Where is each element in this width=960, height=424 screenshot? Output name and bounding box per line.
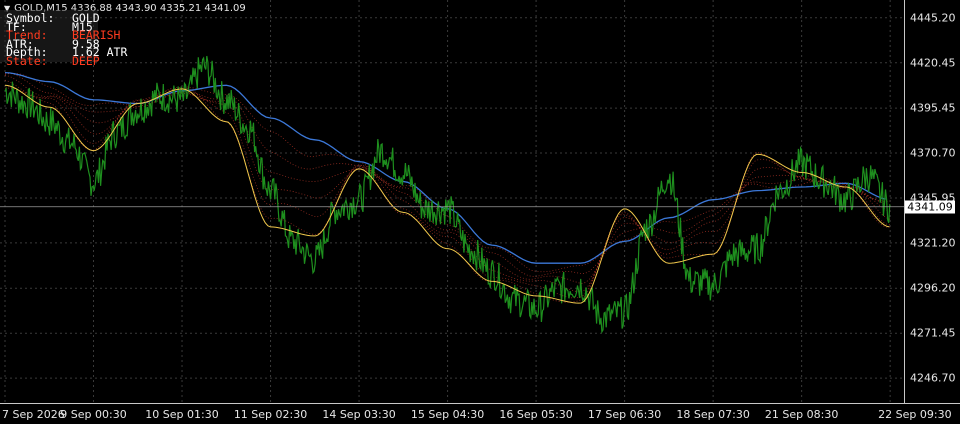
info-panel: Symbol: GOLD TF: M15 Trend: BEARISH ATR: 9.58 De… bbox=[0, 10, 127, 68]
price-tick-label: 4370.70 bbox=[910, 146, 956, 160]
current-price-badge: 4341.09 bbox=[905, 200, 955, 214]
time-tick-label: 14 Sep 03:30 bbox=[322, 408, 396, 421]
info-row-state: State: DEEP bbox=[6, 54, 100, 68]
time-tick-label: 22 Sep 09:30 bbox=[878, 408, 952, 421]
time-tick-label: 15 Sep 04:30 bbox=[410, 408, 485, 421]
price-tick-label: 4445.20 bbox=[910, 11, 956, 25]
time-tick-label: 11 Sep 02:30 bbox=[233, 408, 308, 421]
price-tick-label: 4395.45 bbox=[910, 101, 956, 115]
time-tick-label: 16 Sep 05:30 bbox=[499, 408, 573, 421]
info-row-value: DEEP bbox=[72, 54, 100, 68]
time-tick-label: 10 Sep 01:30 bbox=[145, 408, 219, 421]
info-row-label: State: bbox=[6, 54, 48, 68]
price-chart[interactable] bbox=[0, 0, 904, 403]
time-axis[interactable]: 7 Sep 2026 9 Sep 00:30 10 Sep 01:30 11 Sep … bbox=[0, 403, 960, 424]
price-tick-label: 4321.20 bbox=[910, 236, 956, 250]
time-tick-label: 9 Sep 00:30 bbox=[60, 408, 127, 421]
slow-moving-average-line bbox=[4, 71, 886, 264]
time-tick-label: 17 Sep 06:30 bbox=[587, 408, 662, 421]
time-tick-label: 7 Sep 2026 bbox=[2, 408, 65, 421]
time-tick-label: 18 Sep 07:30 bbox=[676, 408, 750, 421]
price-tick-label: 4296.20 bbox=[910, 281, 956, 295]
price-tick-label: 4420.45 bbox=[910, 56, 956, 70]
time-tick-label: 21 Sep 08:30 bbox=[764, 408, 839, 421]
price-tick-label: 4271.45 bbox=[910, 326, 956, 340]
chart-area[interactable] bbox=[0, 0, 904, 403]
price-tick-label: 4246.70 bbox=[910, 371, 956, 385]
